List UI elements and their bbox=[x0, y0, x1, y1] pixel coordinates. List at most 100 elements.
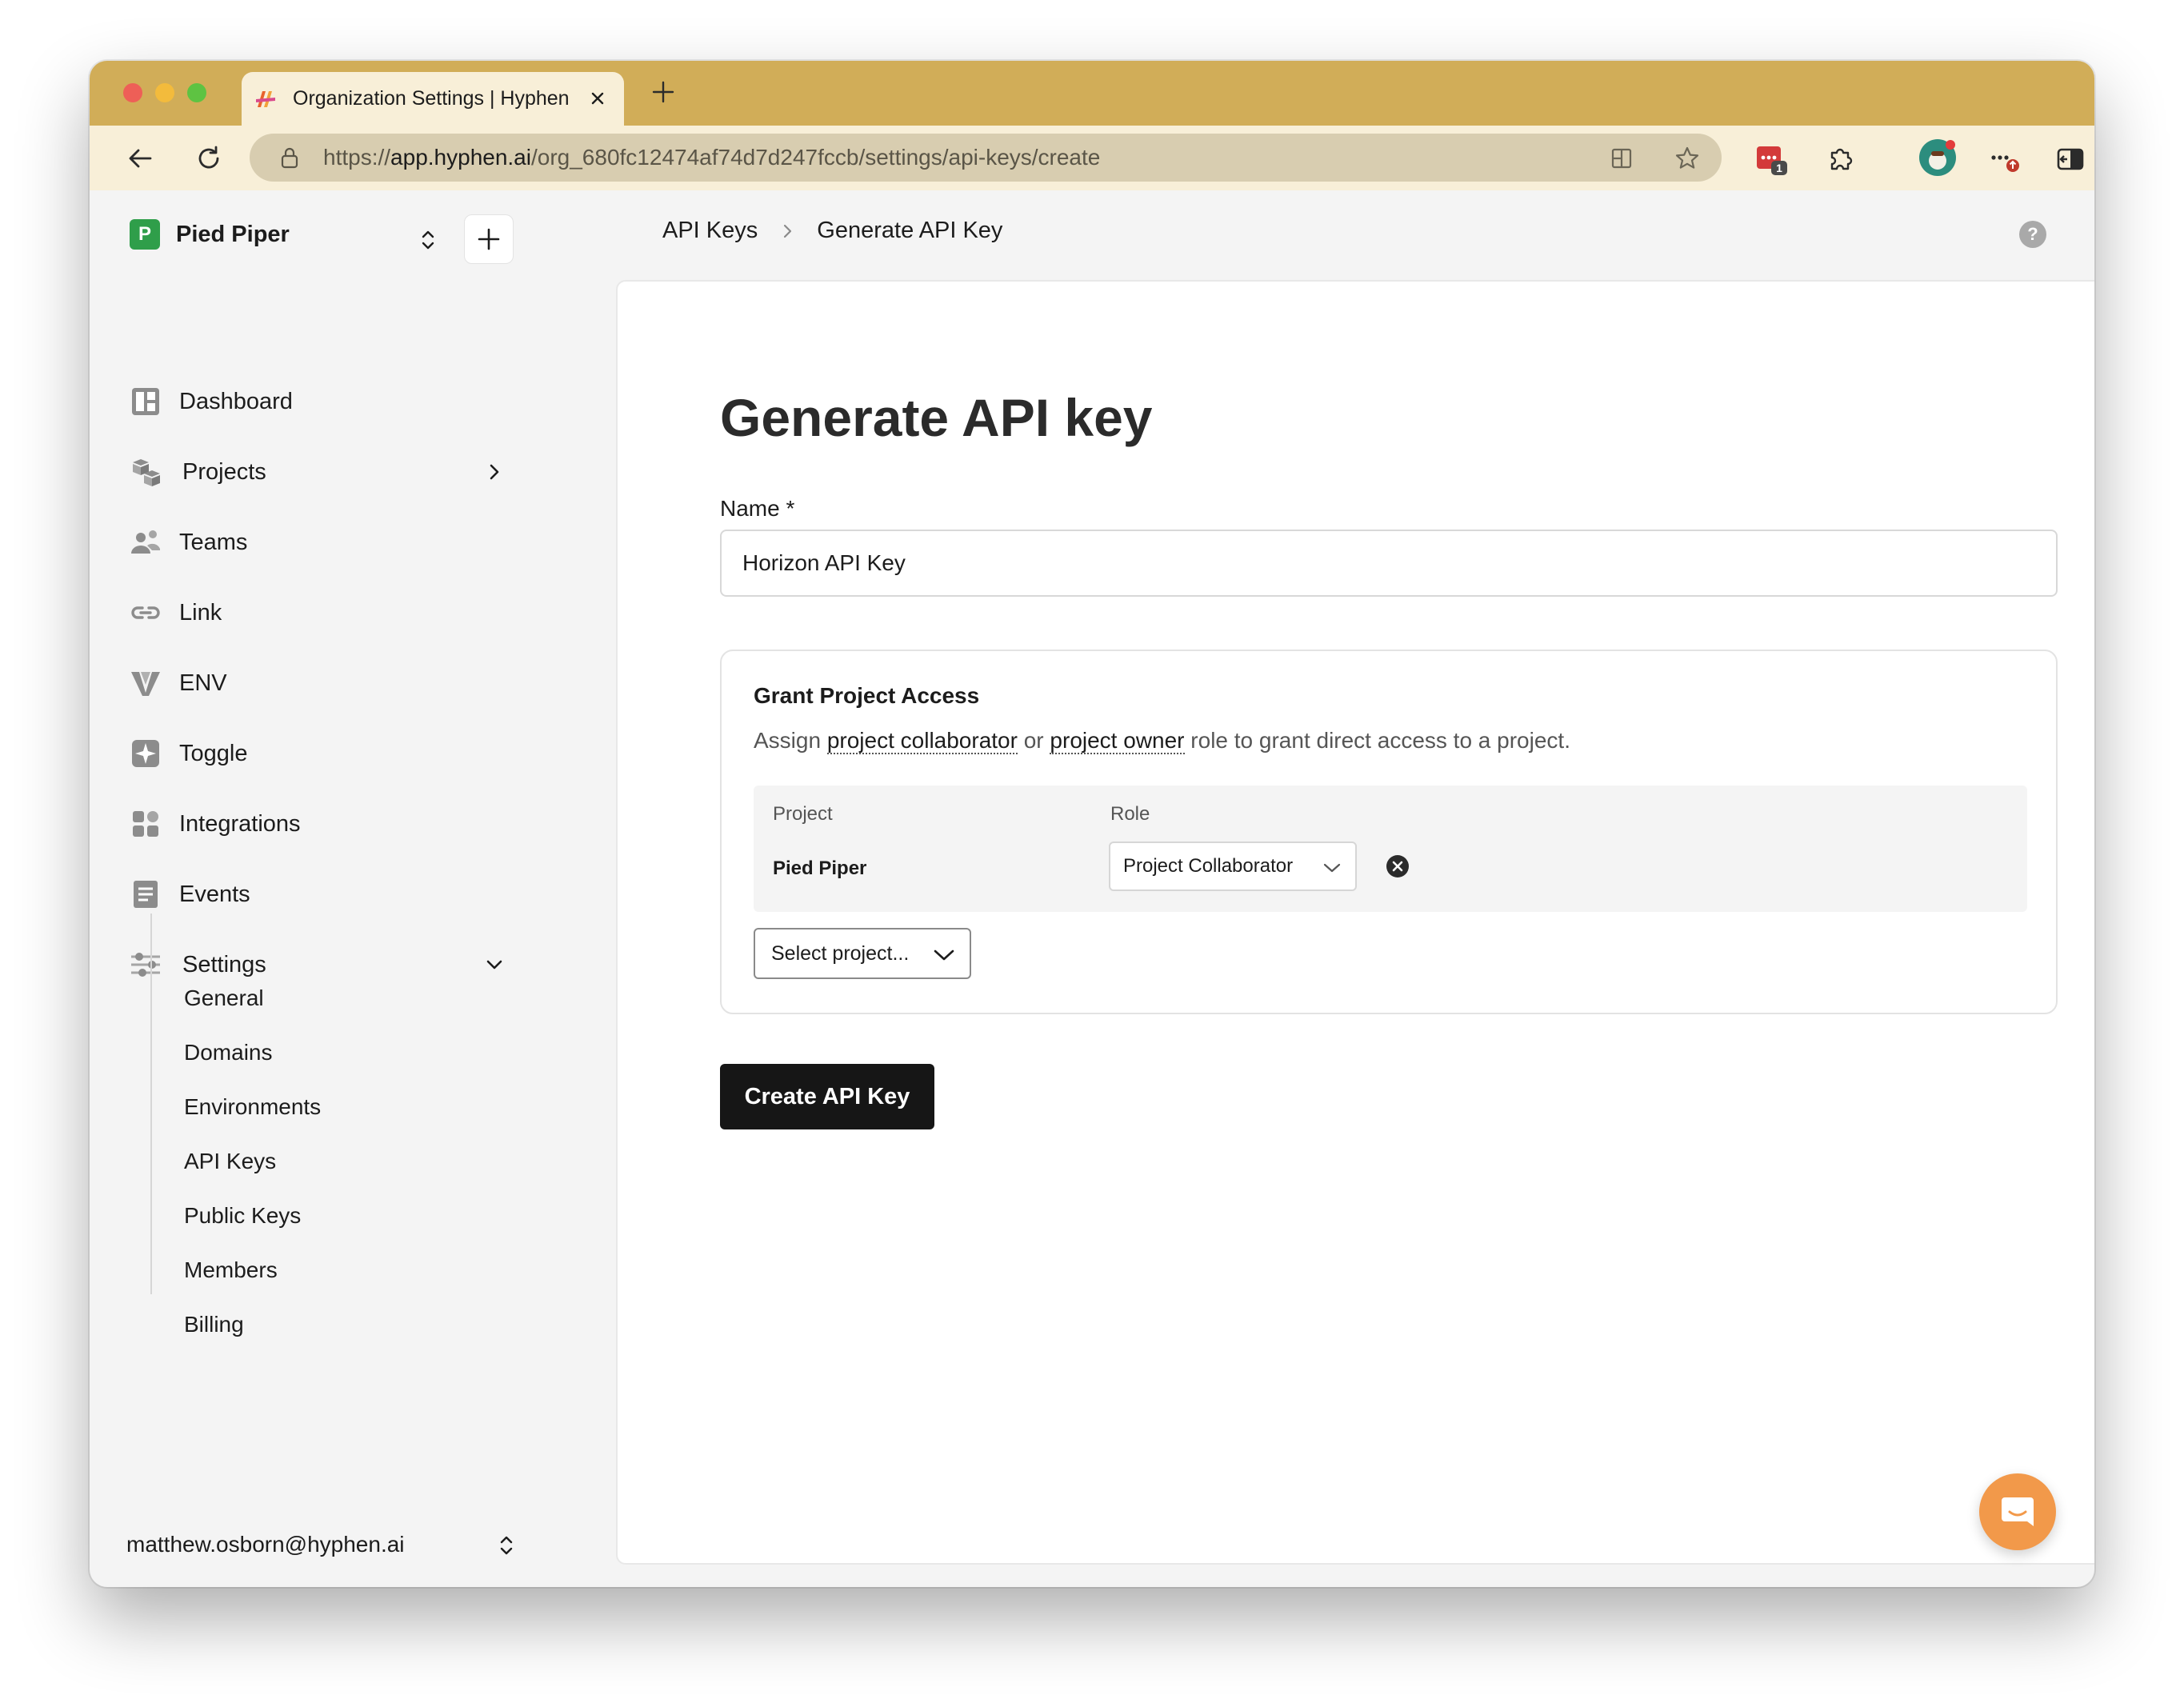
project-collaborator-term[interactable]: project collaborator bbox=[826, 728, 1018, 754]
sidebar-item-integrations[interactable]: Integrations bbox=[128, 800, 512, 848]
profile-avatar-icon[interactable] bbox=[1917, 137, 1958, 178]
puzzle-extensions-icon[interactable] bbox=[1822, 142, 1858, 177]
grant-project-access-card: Grant Project Access Assign project coll… bbox=[720, 650, 2058, 1014]
address-bar[interactable]: https://app.hyphen.ai/org_680fc12474af74… bbox=[250, 134, 1722, 182]
sidebar: P Pied Piper Dashboard Projects Teams Li… bbox=[96, 190, 528, 1581]
chevron-down-icon bbox=[933, 944, 955, 966]
tab-close-icon[interactable] bbox=[586, 86, 610, 110]
chevron-down-icon[interactable] bbox=[480, 950, 509, 979]
chevron-down-icon bbox=[1322, 857, 1342, 878]
chevron-right-icon[interactable] bbox=[480, 458, 509, 486]
new-tab-plus-icon[interactable] bbox=[646, 75, 680, 109]
breadcrumb-api-keys-link[interactable]: API Keys bbox=[662, 218, 758, 244]
calendar-extension-icon[interactable]: 1 bbox=[1754, 142, 1789, 177]
project-access-table: Project Role Pied Piper Project Collabor… bbox=[754, 786, 2027, 912]
events-icon bbox=[128, 877, 163, 912]
projects-icon bbox=[128, 454, 163, 490]
tab-bar: Organization Settings | Hyphen bbox=[90, 61, 2094, 126]
settings-sub-item-members[interactable]: Members bbox=[184, 1254, 278, 1286]
create-api-key-button[interactable]: Create API Key bbox=[720, 1064, 934, 1129]
minimize-window-button[interactable] bbox=[155, 83, 174, 102]
breadcrumb: API Keys Generate API Key bbox=[662, 218, 1002, 244]
org-switcher-chevron-updown-icon[interactable] bbox=[416, 226, 440, 254]
settings-sub-item-general[interactable]: General bbox=[184, 982, 264, 1014]
grant-description: Assign project collaborator or project o… bbox=[754, 728, 1570, 754]
hyphen-favicon-icon bbox=[253, 86, 278, 112]
settings-sub-item-domains[interactable]: Domains bbox=[184, 1037, 272, 1069]
sidebar-item-dashboard[interactable]: Dashboard bbox=[128, 378, 512, 426]
tab-title: Organization Settings | Hyphen bbox=[293, 87, 570, 110]
column-header-role: Role bbox=[1110, 803, 1150, 825]
breadcrumb-current: Generate API Key bbox=[817, 218, 1003, 243]
dashboard-icon bbox=[128, 384, 163, 419]
sidebar-item-events[interactable]: Events bbox=[128, 870, 512, 918]
sidebar-item-label: Projects bbox=[182, 458, 266, 485]
main-content-card: Generate API key Name * Grant Project Ac… bbox=[616, 280, 2094, 1565]
browser-tab-active[interactable]: Organization Settings | Hyphen bbox=[242, 72, 624, 126]
org-name: Pied Piper bbox=[176, 221, 290, 247]
sidebar-item-label: Settings bbox=[182, 951, 266, 977]
settings-sub-rail bbox=[150, 913, 152, 1294]
lock-icon[interactable] bbox=[278, 146, 301, 169]
grant-title: Grant Project Access bbox=[754, 683, 980, 708]
name-field-label: Name * bbox=[720, 496, 795, 521]
chevron-right-icon bbox=[778, 222, 796, 240]
url-prefix: https:// bbox=[323, 145, 391, 170]
grant-desc-assign: Assign bbox=[754, 728, 822, 753]
settings-sub-item-environments[interactable]: Environments bbox=[184, 1091, 321, 1123]
extension-badge: 1 bbox=[1776, 162, 1782, 174]
back-arrow-icon[interactable] bbox=[123, 142, 157, 175]
help-icon[interactable]: ? bbox=[2019, 221, 2046, 248]
user-email: matthew.osborn@hyphen.ai bbox=[126, 1532, 405, 1557]
sidebar-item-label: ENV bbox=[179, 670, 227, 696]
settings-icon bbox=[128, 947, 163, 982]
sidebar-item-projects[interactable]: Projects bbox=[128, 448, 512, 496]
url-host: app.hyphen.ai bbox=[390, 145, 531, 170]
chat-support-icon[interactable] bbox=[1979, 1473, 2056, 1550]
user-menu[interactable]: matthew.osborn@hyphen.ai bbox=[126, 1525, 518, 1565]
role-select[interactable]: Project Collaborator bbox=[1109, 842, 1357, 891]
reload-icon[interactable] bbox=[192, 142, 226, 175]
browser-toolbar: https://app.hyphen.ai/org_680fc12474af74… bbox=[90, 126, 2094, 190]
user-menu-chevron-updown-icon[interactable] bbox=[494, 1531, 518, 1560]
grant-desc-rest: role to grant direct access to a project… bbox=[1190, 728, 1570, 753]
app-root: P Pied Piper Dashboard Projects Teams Li… bbox=[96, 190, 2094, 1581]
split-view-icon[interactable] bbox=[1608, 145, 1635, 172]
close-window-button[interactable] bbox=[123, 83, 142, 102]
sidebar-item-toggle[interactable]: Toggle bbox=[128, 730, 512, 778]
url-path: /org_680fc12474af74d7d247fccb/settings/a… bbox=[530, 145, 1101, 170]
org-switcher[interactable]: P Pied Piper bbox=[130, 219, 290, 250]
select-project-placeholder: Select project... bbox=[771, 941, 910, 965]
settings-sub-item-billing[interactable]: Billing bbox=[184, 1309, 244, 1341]
page-title: Generate API key bbox=[720, 388, 1153, 447]
remove-circle-x-icon[interactable] bbox=[1386, 854, 1410, 878]
sidebar-item-label: Link bbox=[179, 599, 222, 626]
sidebar-item-label: Integrations bbox=[179, 810, 301, 837]
add-button[interactable] bbox=[464, 214, 514, 264]
settings-sub-item-api-keys[interactable]: API Keys bbox=[184, 1145, 276, 1177]
column-header-project: Project bbox=[773, 803, 833, 825]
pied-piper-logo-icon: P bbox=[130, 219, 160, 250]
sidebar-item-label: Teams bbox=[179, 529, 248, 555]
link-icon bbox=[128, 595, 163, 630]
grant-desc-or: or bbox=[1023, 728, 1044, 753]
maximize-window-button[interactable] bbox=[187, 83, 206, 102]
star-bookmark-icon[interactable] bbox=[1674, 145, 1701, 172]
select-project-dropdown[interactable]: Select project... bbox=[754, 928, 971, 979]
project-owner-term[interactable]: project owner bbox=[1050, 728, 1185, 754]
sidebar-item-settings[interactable]: Settings bbox=[128, 941, 512, 989]
sidebar-item-teams[interactable]: Teams bbox=[128, 518, 512, 566]
url-text: https://app.hyphen.ai/org_680fc12474af74… bbox=[323, 145, 1100, 170]
table-row-project: Pied Piper bbox=[773, 857, 867, 879]
more-menu-icon[interactable] bbox=[1987, 142, 2022, 177]
settings-sub-item-public-keys[interactable]: Public Keys bbox=[184, 1200, 301, 1232]
sidebar-item-label: Events bbox=[179, 881, 250, 907]
toggle-icon bbox=[128, 736, 163, 771]
integrations-icon bbox=[128, 806, 163, 842]
name-input[interactable] bbox=[720, 530, 2058, 597]
sidebar-item-env[interactable]: ENV bbox=[128, 659, 512, 707]
teams-icon bbox=[128, 525, 163, 560]
sidebar-item-link[interactable]: Link bbox=[128, 589, 512, 637]
sidebar-toggle-icon[interactable] bbox=[2053, 142, 2088, 177]
sidebar-item-label: Toggle bbox=[179, 740, 248, 766]
